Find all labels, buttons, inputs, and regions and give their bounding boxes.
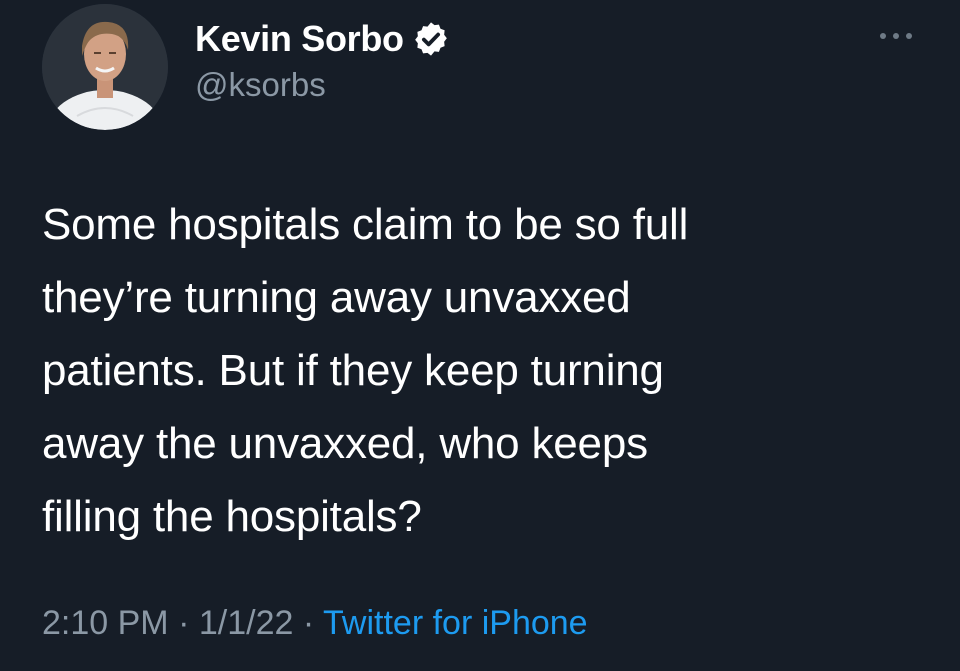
author-name-row: Kevin Sorbo xyxy=(195,18,450,60)
tweet-text: Some hospitals claim to be so full they’… xyxy=(42,188,902,553)
tweet-metadata: 2:10 PM · 1/1/22 · Twitter for iPhone xyxy=(42,604,588,643)
author-handle[interactable]: @ksorbs xyxy=(195,66,326,104)
tweet-time[interactable]: 2:10 PM xyxy=(42,604,169,642)
tweet-text-line: Some hospitals claim to be so full xyxy=(42,200,689,249)
tweet-source-link[interactable]: Twitter for iPhone xyxy=(323,604,588,642)
meta-separator: · xyxy=(302,604,315,642)
verified-badge-icon xyxy=(412,20,450,58)
more-options-button[interactable] xyxy=(874,24,918,48)
author-display-name[interactable]: Kevin Sorbo xyxy=(195,18,404,60)
meta-separator: · xyxy=(178,604,190,642)
tweet-date[interactable]: 1/1/22 xyxy=(199,604,294,642)
tweet-text-line: away the unvaxxed, who keeps xyxy=(42,419,648,468)
avatar[interactable] xyxy=(42,4,168,130)
tweet-text-line: filling the hospitals? xyxy=(42,492,422,541)
avatar-image xyxy=(42,4,168,130)
more-options-icon xyxy=(880,33,912,39)
tweet-text-line: they’re turning away unvaxxed xyxy=(42,273,631,322)
tweet-text-line: patients. But if they keep turning xyxy=(42,346,664,395)
tweet-card: Kevin Sorbo @ksorbs Some hospitals claim… xyxy=(0,0,960,671)
